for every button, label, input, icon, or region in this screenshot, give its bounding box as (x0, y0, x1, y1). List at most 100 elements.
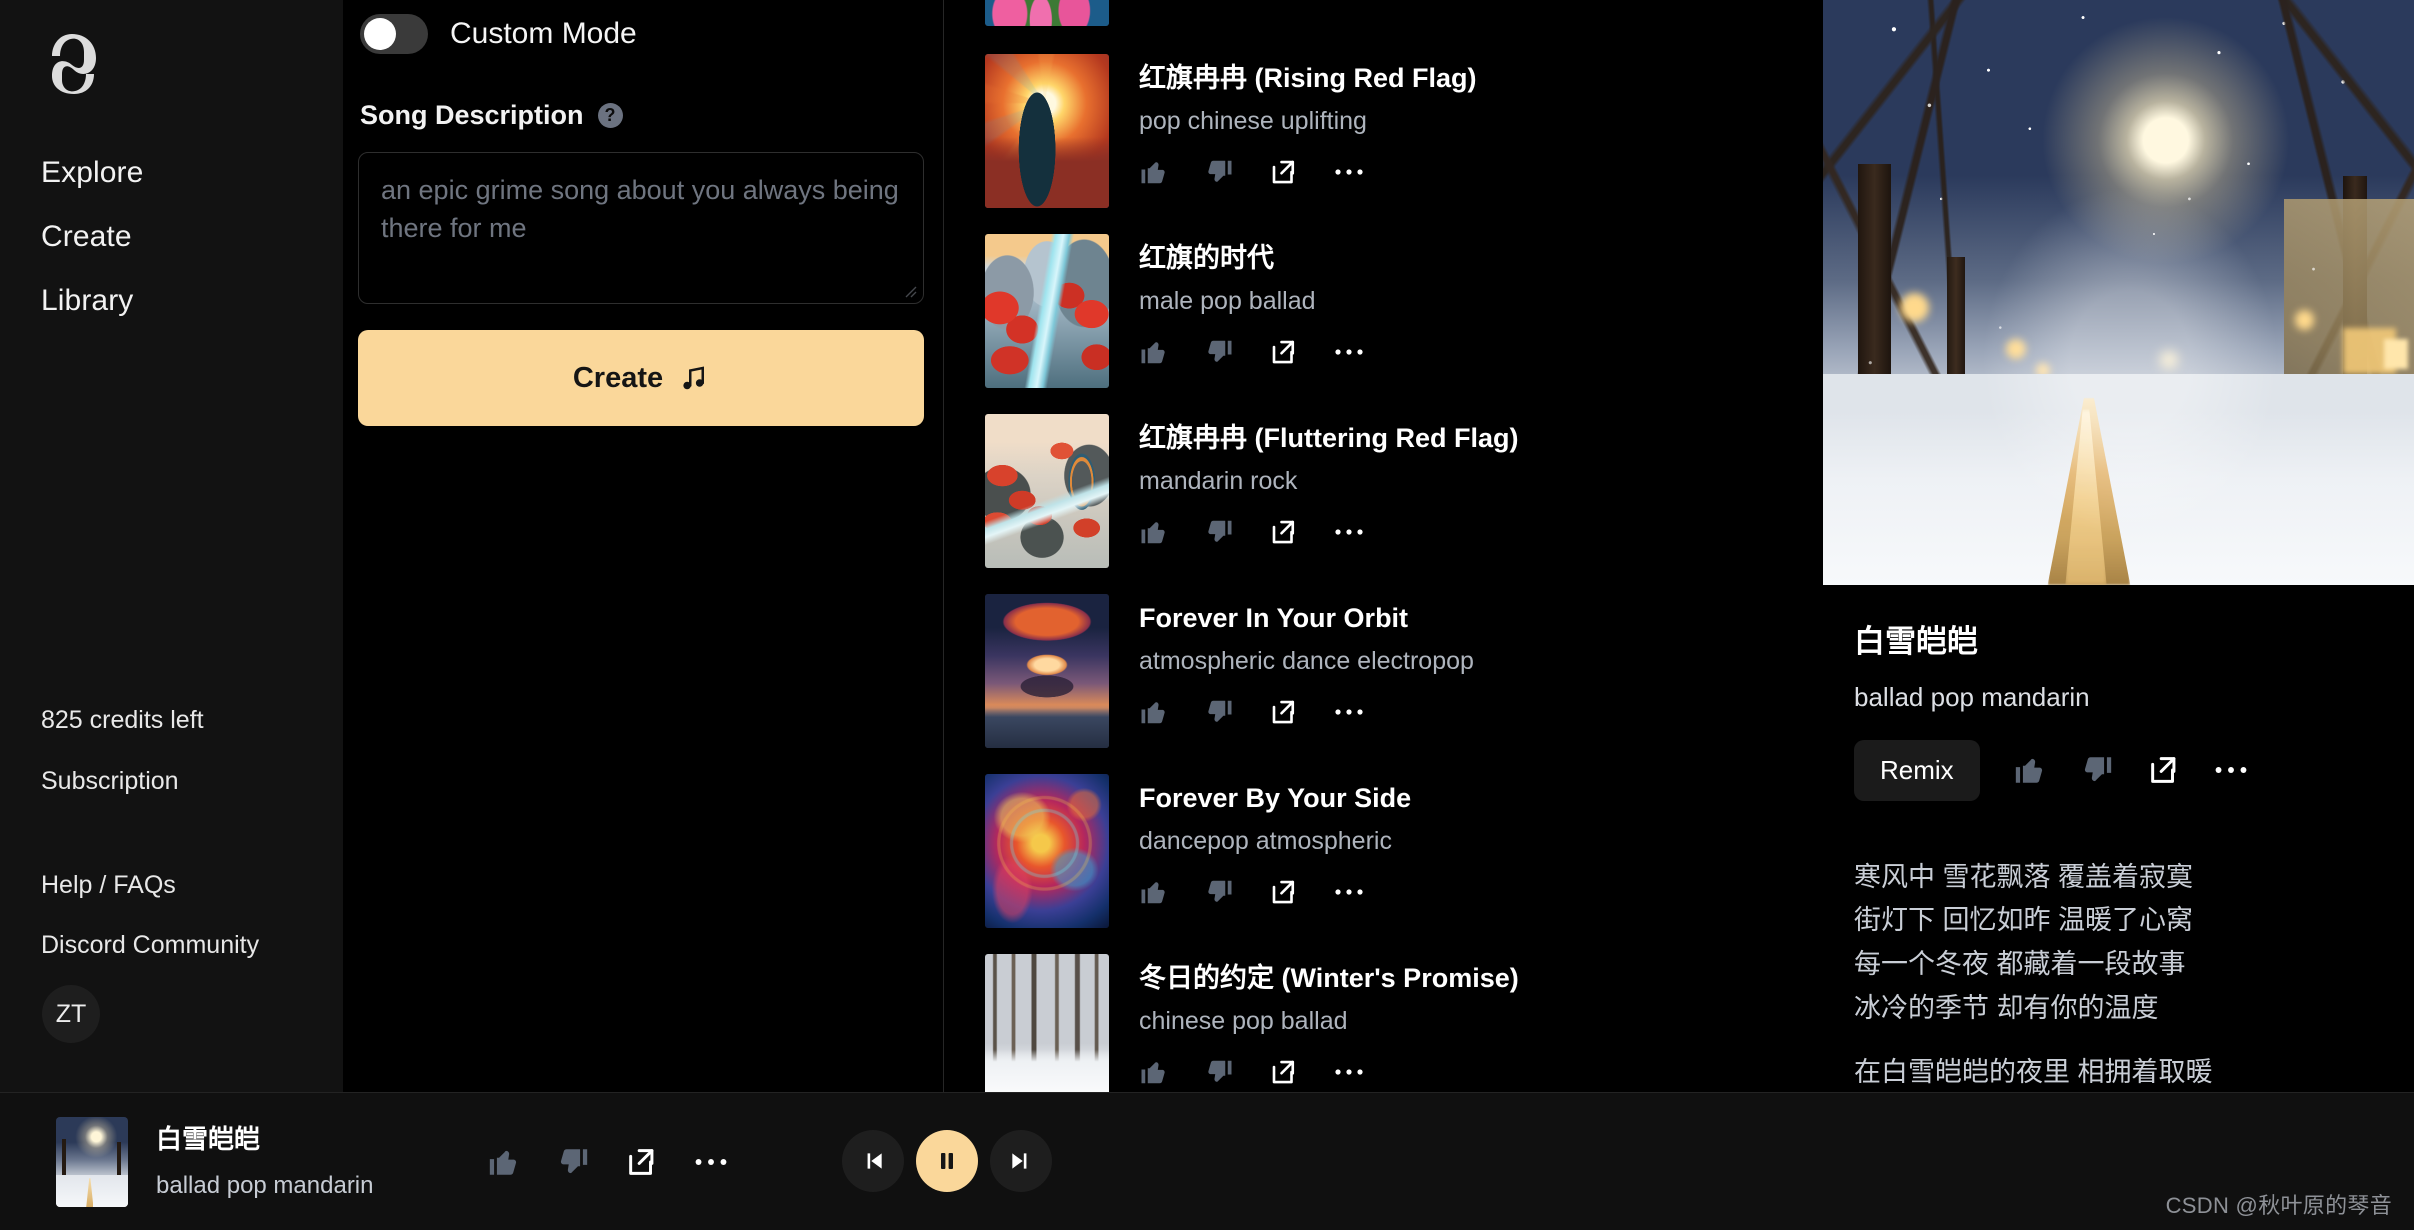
share-icon[interactable] (2147, 753, 2181, 787)
song-meta: 红旗的时代 male pop ballad (1139, 234, 1364, 388)
share-icon[interactable] (1269, 1057, 1299, 1087)
song-description-label: Song Description (360, 100, 584, 130)
song-title[interactable]: Forever By Your Side (1139, 783, 1411, 814)
share-icon[interactable] (625, 1145, 659, 1179)
thumb-down-icon[interactable] (556, 1145, 590, 1179)
create-button[interactable]: Create (358, 330, 924, 426)
skip-previous-button[interactable] (842, 1130, 904, 1192)
lyric-line: 在白雪皑皑的夜里 相拥着取暖 (1854, 1056, 2213, 1087)
thumb-up-icon[interactable] (1139, 1057, 1169, 1087)
song-thumbnail[interactable] (985, 414, 1109, 568)
song-actions (1139, 1057, 1519, 1087)
watermark: CSDN @秋叶原的琴音 (2165, 1193, 2392, 1218)
play-pause-button[interactable] (916, 1130, 978, 1192)
song-meta (1139, 0, 1364, 26)
list-item[interactable]: 红旗的时代 male pop ballad (985, 234, 1364, 388)
thumb-down-icon[interactable] (1204, 157, 1234, 187)
sidebar-item-subscription[interactable]: Subscription (41, 769, 204, 794)
account-section: 825 credits left Subscription (41, 706, 204, 829)
share-icon[interactable] (1269, 697, 1299, 727)
custom-mode-row: Custom Mode (360, 14, 637, 54)
thumb-down-icon[interactable] (1204, 337, 1234, 367)
share-icon[interactable] (1269, 337, 1299, 367)
song-thumbnail[interactable] (985, 54, 1109, 208)
more-options-icon[interactable] (1334, 886, 1364, 898)
song-style: mandarin rock (1139, 466, 1298, 495)
song-description-placeholder: an epic grime song about you always bein… (381, 175, 899, 244)
thumb-up-icon[interactable] (1139, 697, 1169, 727)
primary-nav: Explore Create Library (41, 158, 143, 350)
suno-app: Explore Create Library 825 credits left … (0, 0, 2414, 1230)
song-title[interactable]: Forever In Your Orbit (1139, 603, 1474, 634)
song-detail-panel: 白雪皑皑 ballad pop mandarin Remix 寒风中 雪花飘落 (1823, 0, 2414, 1092)
more-options-icon[interactable] (1334, 166, 1364, 178)
lyric-blank-line (1854, 1031, 2394, 1051)
thumb-down-icon[interactable] (1204, 877, 1234, 907)
sidebar-item-create[interactable]: Create (41, 222, 143, 252)
song-thumbnail[interactable] (985, 954, 1109, 1092)
more-options-icon[interactable] (1334, 526, 1364, 538)
song-title[interactable]: 红旗冉冉 (Rising Red Flag) (1139, 63, 1477, 94)
list-item[interactable]: 红旗冉冉 (Rising Red Flag) pop chinese uplif… (985, 54, 1477, 208)
song-title[interactable]: 红旗冉冉 (Fluttering Red Flag) (1139, 423, 1518, 454)
song-actions (1139, 877, 1411, 907)
thumb-down-icon[interactable] (1204, 1057, 1234, 1087)
skip-previous-icon (867, 1153, 882, 1169)
sidebar-item-discord-community[interactable]: Discord Community (41, 933, 259, 958)
more-options-icon[interactable] (1334, 346, 1364, 358)
avatar[interactable]: ZT (42, 985, 100, 1043)
thumb-up-icon[interactable] (1139, 517, 1169, 547)
share-icon[interactable] (1269, 157, 1299, 187)
song-meta: Forever By Your Side dancepop atmospheri… (1139, 774, 1411, 928)
suno-wave-logo[interactable] (40, 32, 108, 96)
thumb-up-icon[interactable] (2013, 753, 2047, 787)
song-cover-image[interactable] (1823, 0, 2414, 585)
list-item[interactable]: 冬日的约定 (Winter's Promise) chinese pop bal… (985, 954, 1519, 1092)
list-item[interactable] (985, 0, 1364, 26)
sidebar-item-help-faqs[interactable]: Help / FAQs (41, 873, 259, 898)
more-options-icon[interactable] (2214, 763, 2248, 777)
lyric-line: 街灯下 回忆如昨 温暖了心窝 (1854, 905, 2194, 936)
more-options-icon[interactable] (1334, 706, 1364, 718)
list-item[interactable]: Forever By Your Side dancepop atmospheri… (985, 774, 1411, 928)
more-options-icon[interactable] (1334, 1066, 1364, 1078)
thumb-up-icon[interactable] (1139, 877, 1169, 907)
more-options-icon[interactable] (694, 1155, 728, 1169)
song-thumbnail[interactable] (985, 774, 1109, 928)
song-title[interactable]: 冬日的约定 (Winter's Promise) (1139, 963, 1519, 994)
thumb-up-icon[interactable] (1139, 337, 1169, 367)
song-thumbnail[interactable] (985, 594, 1109, 748)
skip-next-button[interactable] (990, 1130, 1052, 1192)
resize-grip-icon[interactable] (903, 284, 917, 298)
lyric-line: 冰冷的季节 却有你的温度 (1854, 992, 2159, 1023)
sidebar: Explore Create Library 825 credits left … (0, 0, 343, 1092)
list-item[interactable]: 红旗冉冉 (Fluttering Red Flag) mandarin rock (985, 414, 1518, 568)
thumb-down-icon[interactable] (1204, 517, 1234, 547)
song-title[interactable]: 红旗的时代 (1139, 243, 1364, 274)
thumb-up-icon[interactable] (487, 1145, 521, 1179)
thumb-down-icon[interactable] (2080, 753, 2114, 787)
now-playing-thumbnail[interactable] (56, 1117, 128, 1207)
list-item[interactable]: Forever In Your Orbit atmospheric dance … (985, 594, 1474, 748)
song-description-header: Song Description ? (360, 100, 623, 131)
question-mark-icon[interactable]: ? (597, 103, 623, 128)
song-thumbnail[interactable] (985, 0, 1109, 26)
sidebar-item-library[interactable]: Library (41, 286, 143, 316)
share-icon[interactable] (1269, 517, 1299, 547)
song-style: chinese pop ballad (1139, 1006, 1348, 1035)
song-description-input[interactable]: an epic grime song about you always bein… (358, 152, 924, 304)
song-actions (1139, 697, 1474, 727)
sidebar-item-explore[interactable]: Explore (41, 158, 143, 188)
song-meta: Forever In Your Orbit atmospheric dance … (1139, 594, 1474, 748)
now-playing-style: ballad pop mandarin (156, 1172, 374, 1200)
song-thumbnail[interactable] (985, 234, 1109, 388)
custom-mode-label: Custom Mode (450, 17, 637, 50)
custom-mode-toggle[interactable] (360, 14, 428, 54)
share-icon[interactable] (1269, 877, 1299, 907)
remix-button[interactable]: Remix (1854, 739, 1980, 801)
thumb-down-icon[interactable] (1204, 697, 1234, 727)
detail-body: 白雪皑皑 ballad pop mandarin Remix 寒风中 雪花飘落 (1854, 624, 2394, 1094)
now-playing: 白雪皑皑 ballad pop mandarin (56, 1117, 374, 1207)
song-list: 红旗冉冉 (Rising Red Flag) pop chinese uplif… (944, 0, 1823, 1092)
thumb-up-icon[interactable] (1139, 157, 1169, 187)
